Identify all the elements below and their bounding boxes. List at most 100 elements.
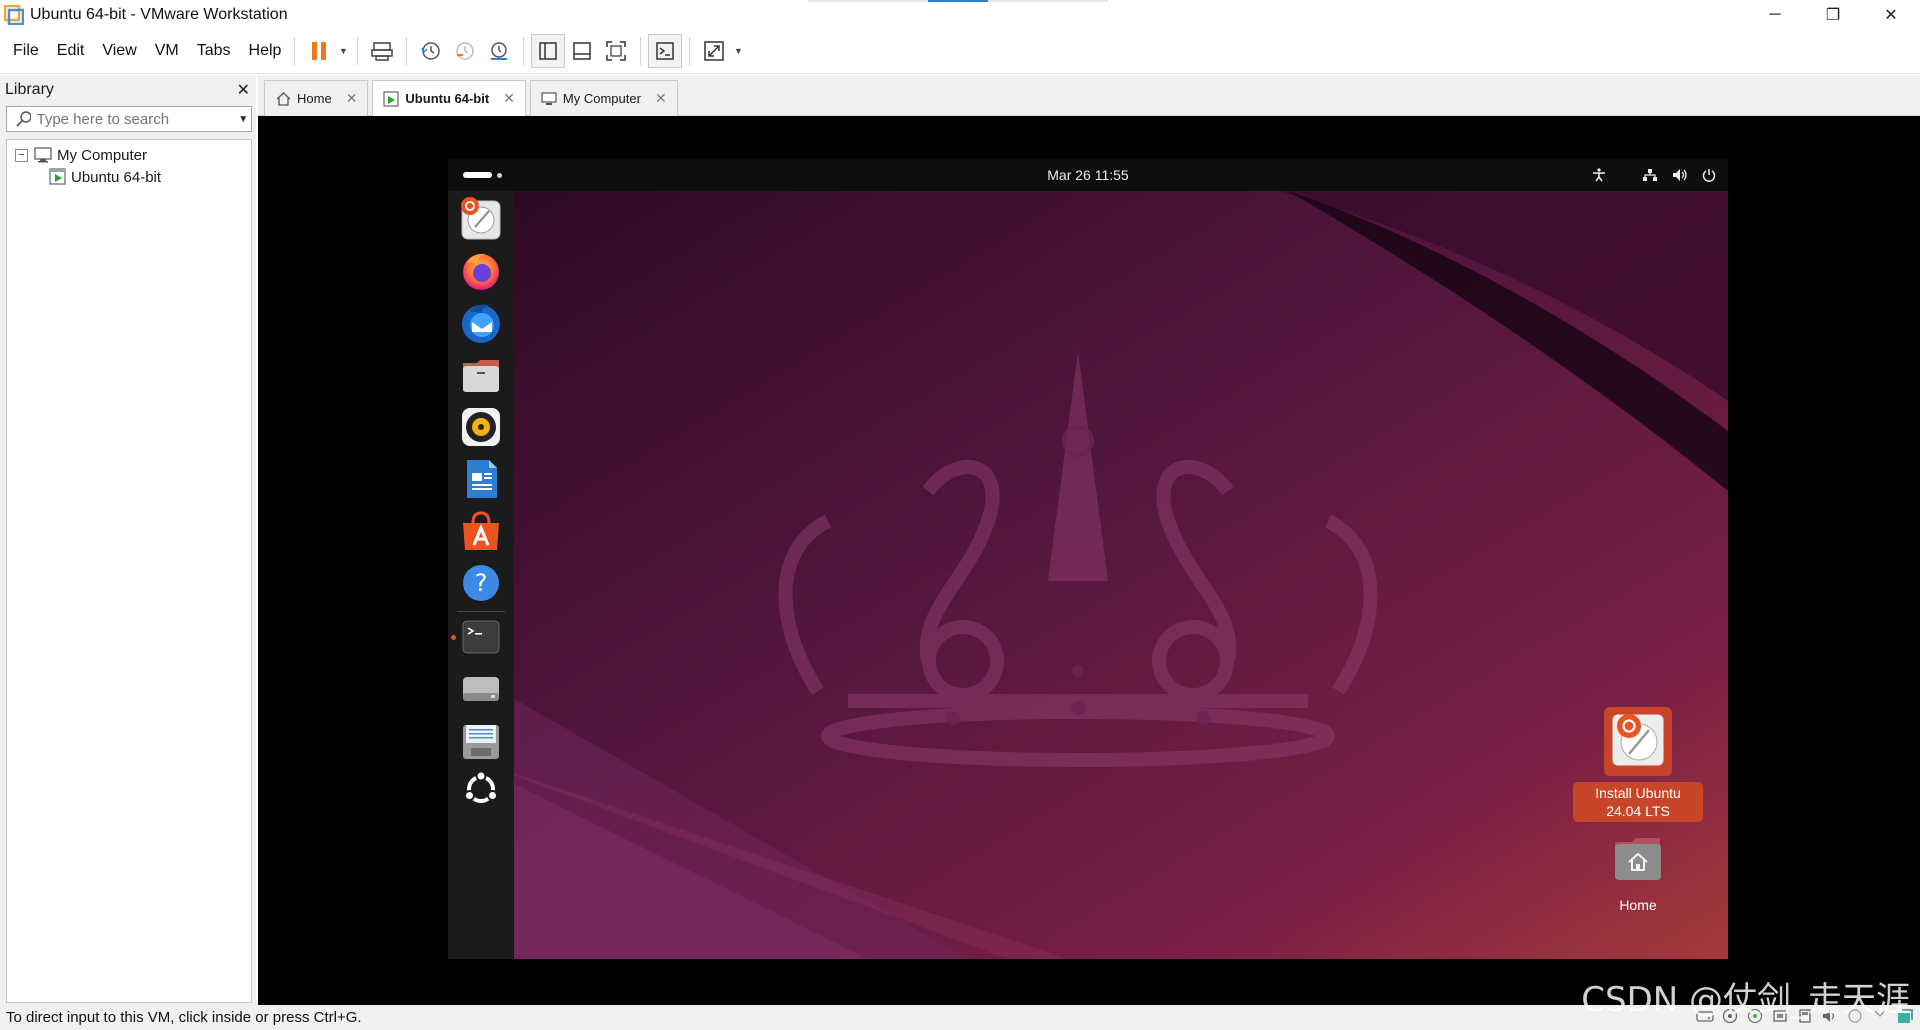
dock-installer[interactable] — [457, 195, 505, 243]
stretch-icon — [704, 41, 725, 61]
library-close-button[interactable]: ✕ — [237, 80, 250, 100]
dock-writer[interactable] — [457, 455, 505, 503]
watermark: CSDN @仗剑_走天涯 — [1581, 980, 1910, 1020]
pause-icon — [312, 42, 327, 60]
stretch-dropdown-button[interactable]: ▼ — [731, 34, 745, 68]
take-snapshot-button[interactable] — [414, 34, 448, 68]
tab-close-icon[interactable]: ✕ — [655, 90, 667, 107]
pause-button[interactable] — [302, 34, 336, 68]
dock-thunderbird[interactable] — [457, 299, 505, 347]
snapshot-icon — [421, 42, 441, 60]
full-screen-icon — [606, 41, 627, 61]
toolbar-separator — [357, 37, 359, 65]
system-tray[interactable] — [1578, 159, 1716, 191]
home-folder-icon — [1612, 835, 1664, 888]
dock-disk-image[interactable] — [457, 717, 505, 765]
tree-item-ubuntu-vm[interactable]: Ubuntu 64-bit — [7, 166, 251, 188]
menu-file[interactable]: File — [0, 42, 48, 60]
network-icon[interactable] — [1642, 168, 1658, 182]
thumbnail-bar-button[interactable] — [565, 34, 599, 68]
library-search: ▼ — [6, 106, 252, 132]
desktop-icon-home[interactable]: Home — [1573, 835, 1703, 916]
dock-app-center[interactable] — [457, 507, 505, 555]
dock-help[interactable]: ? — [457, 559, 505, 607]
restore-button[interactable]: ❐ — [1804, 0, 1862, 29]
vm-console[interactable]: Mar 26 11:55 ? Install Ubuntu 24.04 LTS … — [258, 116, 1920, 1005]
desktop-wallpaper[interactable] — [448, 191, 1728, 959]
dock-show-apps[interactable] — [457, 765, 505, 813]
dock-firefox[interactable] — [457, 247, 505, 295]
toolbar-separator — [406, 37, 408, 65]
console-view-icon — [656, 42, 675, 60]
terminal-icon — [462, 620, 500, 654]
toolbar-separator — [523, 37, 525, 65]
dock-terminal[interactable] — [457, 613, 505, 661]
minimize-button[interactable]: ─ — [1746, 0, 1804, 29]
menu-vm[interactable]: VM — [146, 42, 188, 60]
library-panel: Library ✕ ▼ − My Computer Ubuntu 64-bit — [0, 75, 256, 1005]
thunderbird-icon — [462, 304, 500, 343]
tab-home[interactable]: Home ✕ — [264, 80, 369, 116]
menu-view[interactable]: View — [93, 42, 145, 60]
toolbar-separator — [640, 37, 642, 65]
menu-help[interactable]: Help — [240, 42, 291, 60]
console-view-button[interactable] — [648, 34, 683, 68]
desktop-icon-install-ubuntu[interactable]: Install Ubuntu 24.04 LTS — [1573, 707, 1703, 822]
gnome-top-bar: Mar 26 11:55 — [448, 159, 1728, 191]
firefox-icon — [463, 253, 499, 290]
library-title: Library — [5, 81, 54, 98]
search-icon — [16, 111, 31, 127]
tab-ubuntu-64-bit[interactable]: Ubuntu 64-bit ✕ — [372, 80, 526, 116]
tab-close-icon[interactable]: ✕ — [503, 90, 515, 107]
status-text: To direct input to this VM, click inside… — [6, 1009, 362, 1026]
volume-icon[interactable] — [1672, 168, 1688, 182]
show-library-icon — [539, 42, 558, 60]
stretch-guest-button[interactable] — [697, 34, 731, 68]
drive-icon — [463, 677, 499, 701]
revert-snapshot-button[interactable] — [448, 34, 482, 68]
install-ubuntu-icon — [1604, 707, 1672, 776]
tab-my-computer[interactable]: My Computer ✕ — [529, 80, 678, 116]
disk-image-icon — [463, 725, 499, 759]
dock-drive[interactable] — [457, 665, 505, 713]
dock-separator — [457, 611, 505, 612]
tab-label: Ubuntu 64-bit — [405, 91, 490, 106]
tab-close-icon[interactable]: ✕ — [346, 90, 358, 107]
snapshot-manager-icon — [491, 42, 508, 60]
tab-label: Home — [297, 91, 332, 106]
tree-item-my-computer[interactable]: − My Computer — [7, 144, 251, 166]
show-apps-icon — [464, 770, 498, 803]
tab-bar: Home ✕ Ubuntu 64-bit ✕ My Computer ✕ — [258, 75, 1920, 116]
close-button[interactable]: ✕ — [1862, 0, 1920, 29]
send-ctrl-alt-del-button[interactable] — [365, 34, 399, 68]
dock-files[interactable] — [457, 351, 505, 399]
tab-label: My Computer — [562, 91, 641, 106]
title-accent-strip — [808, 0, 1108, 2]
ubuntu-screen[interactable]: Mar 26 11:55 ? Install Ubuntu 24.04 LTS … — [448, 159, 1728, 959]
tree-collapse-toggle[interactable]: − — [15, 148, 28, 162]
files-icon — [463, 360, 499, 392]
clock[interactable]: Mar 26 11:55 — [448, 159, 1728, 191]
full-screen-button[interactable] — [599, 34, 633, 68]
dock-rhythmbox[interactable] — [457, 403, 505, 451]
computer-icon — [541, 91, 557, 106]
tree-label: My Computer — [57, 146, 148, 164]
svg-text:?: ? — [475, 569, 488, 597]
help-icon: ? — [463, 565, 499, 601]
snapshot-manager-button[interactable] — [482, 34, 516, 68]
power-icon[interactable] — [1702, 168, 1716, 182]
send-ctrl-alt-del-icon — [371, 42, 394, 61]
app-center-icon — [463, 511, 499, 550]
show-library-button[interactable] — [531, 34, 566, 68]
vmware-logo-icon — [3, 4, 25, 25]
library-search-input[interactable] — [30, 108, 236, 130]
tree-label: Ubuntu 64-bit — [71, 168, 162, 186]
revert-snapshot-icon — [456, 42, 475, 60]
toolbar-separator — [689, 37, 691, 65]
search-dropdown-button[interactable]: ▼ — [236, 114, 252, 125]
power-dropdown-button[interactable]: ▼ — [336, 34, 350, 68]
accessibility-icon[interactable] — [1592, 168, 1606, 182]
menu-edit[interactable]: Edit — [48, 42, 94, 60]
menu-tabs[interactable]: Tabs — [188, 42, 240, 60]
ubuntu-dock: ? — [448, 191, 514, 959]
